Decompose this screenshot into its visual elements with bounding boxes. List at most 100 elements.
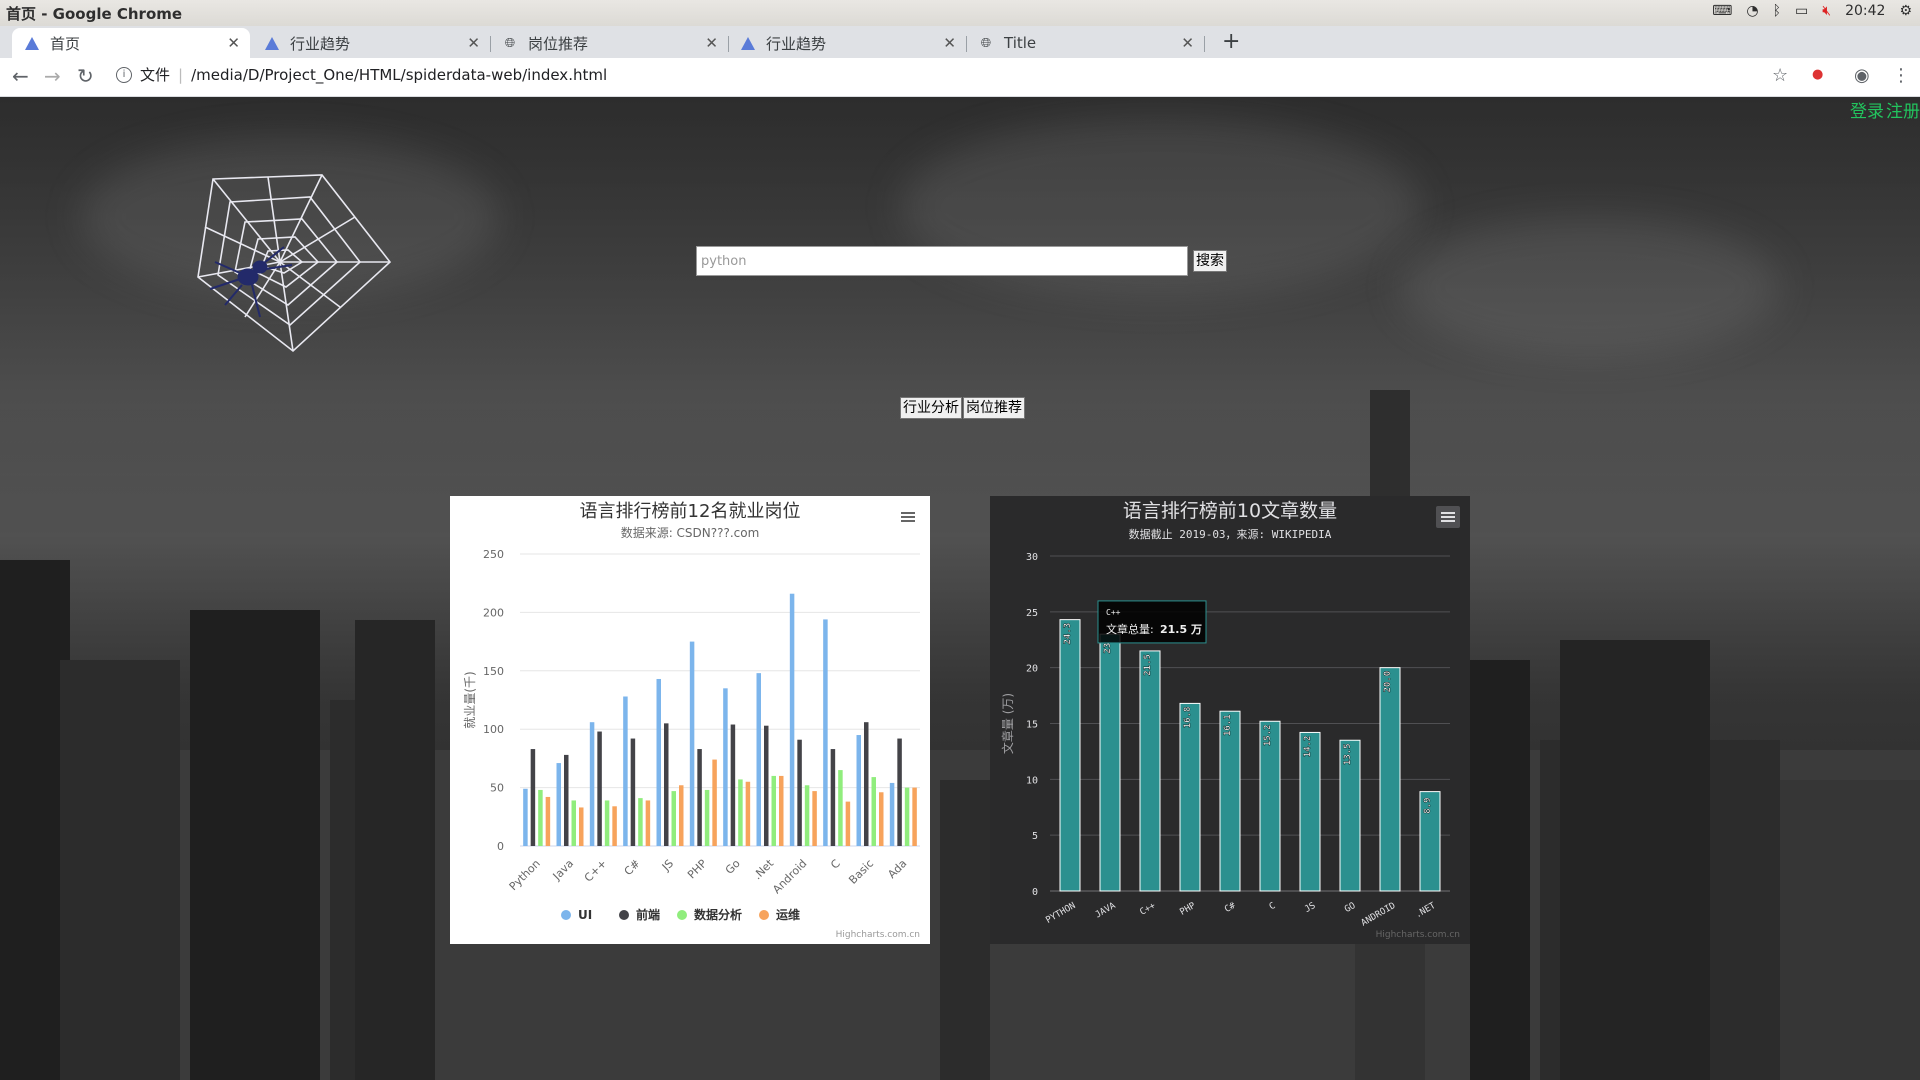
address-bar[interactable]: i 文件 | /media/D/Project_One/HTML/spiderd… [116,64,607,85]
y-tick-label: 0 [497,840,504,853]
register-link[interactable]: 注册 [1886,102,1920,122]
x-tick-label: PYTHON [1044,901,1077,926]
globe-icon: 🌐︎ [504,35,516,51]
bar [523,788,528,846]
industry-analysis-button[interactable]: 行业分析 [900,397,962,419]
bar [712,759,717,846]
x-tick-label: GO [1343,901,1357,915]
wifi-icon[interactable]: ◔ [1746,3,1758,19]
volume-muted-icon[interactable]: 🔇︎ [1822,3,1831,19]
tab-label: Title [1004,34,1037,52]
x-tick-label: C [1268,901,1278,912]
y-tick-label: 200 [483,606,504,619]
bar [612,806,617,846]
extension-record-icon[interactable]: ● [1812,67,1823,82]
data-label: 24.3 [1063,623,1073,645]
legend-marker [561,910,571,920]
tab-home[interactable]: 首页 ✕ [12,28,250,58]
y-tick-label: 50 [490,782,504,795]
search-button[interactable]: 搜索 [1193,250,1227,272]
keyboard-icon[interactable]: ⌨ [1712,3,1732,19]
bar [571,800,576,846]
data-label: 8.9 [1423,797,1433,813]
bar [771,775,776,846]
more-menu-icon[interactable]: ⋮ [1892,65,1910,86]
chart-menu-icon[interactable] [896,506,920,528]
settings-gear-icon[interactable]: ⚙ [1899,3,1912,19]
login-link[interactable]: 登录 [1850,102,1884,122]
bar [756,673,761,846]
x-tick-label: Java [550,857,576,883]
chart-credits: Highcharts.com.cn [1376,930,1460,940]
chart-title: 语言排行榜前10文章数量 [1123,500,1337,522]
close-tab-icon[interactable]: ✕ [467,34,480,52]
bar [812,791,817,846]
legend-label: 数据分析 [694,907,742,922]
chart-subtitle: 数据来源: CSDN???.com [621,525,760,540]
job-recommend-button[interactable]: 岗位推荐 [963,397,1025,419]
search-input[interactable] [696,246,1188,276]
tab-label: 首页 [50,34,81,53]
x-tick-label: C++ [582,857,610,885]
chart-subtitle: 数据截止 2019-03，来源: WIKIPEDIA [1129,527,1332,541]
bluetooth-icon[interactable]: ᛒ [1773,3,1781,19]
x-tick-label: C# [622,857,643,878]
bar [1179,702,1201,892]
forward-arrow-icon[interactable]: → [44,64,61,88]
data-label: 14.2 [1303,736,1313,758]
data-label: 21.5 [1143,654,1153,676]
y-tick-label: 100 [483,723,504,736]
tab-job-recommend[interactable]: 🌐︎ 岗位推荐 ✕ [490,28,729,58]
close-tab-icon[interactable]: ✕ [1181,34,1194,52]
x-tick-label: PHP [1178,901,1198,918]
y-axis-label: 文章量 (万) [1000,693,1015,754]
y-tick-label: 20 [1026,664,1038,675]
x-tick-label: C [828,857,843,872]
bar [897,738,902,846]
battery-icon[interactable]: ▭ [1795,3,1808,19]
bar [689,641,695,846]
chart-menu-icon[interactable] [1436,506,1460,528]
os-top-bar: 首页 - Google Chrome ⌨ ◔ ᛒ ▭ 🔇︎ 20:42 ⚙ [0,0,1920,27]
bar [804,785,810,846]
bar [638,798,643,846]
bar [671,791,676,846]
url-text[interactable]: /media/D/Project_One/HTML/spiderdata-web… [191,66,607,84]
data-label: 16.8 [1183,707,1193,729]
legend-label: UI [578,908,592,922]
clock[interactable]: 20:42 [1845,3,1885,19]
profile-avatar-icon[interactable]: ◉ [1854,65,1870,86]
close-tab-icon[interactable]: ✕ [227,34,240,52]
back-arrow-icon[interactable]: ← [12,64,29,88]
y-tick-label: 25 [1026,608,1038,619]
close-tab-icon[interactable]: ✕ [943,34,956,52]
data-label: 16.1 [1223,714,1233,736]
bookmark-star-icon[interactable]: ☆ [1772,65,1788,86]
system-tray: ⌨ ◔ ᛒ ▭ 🔇︎ 20:42 ⚙ [1712,3,1912,19]
tab-label: 岗位推荐 [528,34,589,53]
scheme-label: 文件 [140,66,171,84]
bar [889,782,895,846]
y-tick-label: 5 [1032,831,1038,842]
y-tick-label: 10 [1026,775,1038,786]
bar [830,749,836,846]
x-tick-label: .NET [1414,901,1438,921]
close-tab-icon[interactable]: ✕ [705,34,718,52]
bar [871,777,876,846]
bar [1219,710,1241,892]
new-tab-plus-icon[interactable]: + [1222,31,1240,53]
jobs-chart-svg: 语言排行榜前12名就业岗位数据来源: CSDN???.com 0 50 100 150 2… [463,501,920,940]
x-tick-label: JS [1303,901,1317,915]
highcharts-favicon-icon [24,35,40,51]
x-tick-label: C# [1223,901,1238,915]
info-icon[interactable]: i [116,66,132,83]
bar [764,725,769,846]
tab-title[interactable]: 🌐︎ Title ✕ [966,28,1205,58]
bar [556,763,561,846]
reload-icon[interactable]: ↻ [77,64,94,88]
bar [579,807,584,846]
tab-industry-trend-2[interactable]: 行业趋势 ✕ [728,28,967,58]
tab-industry-trend[interactable]: 行业趋势 ✕ [252,28,491,58]
web-threads [197,174,392,353]
x-tick-label: Python [507,857,543,893]
